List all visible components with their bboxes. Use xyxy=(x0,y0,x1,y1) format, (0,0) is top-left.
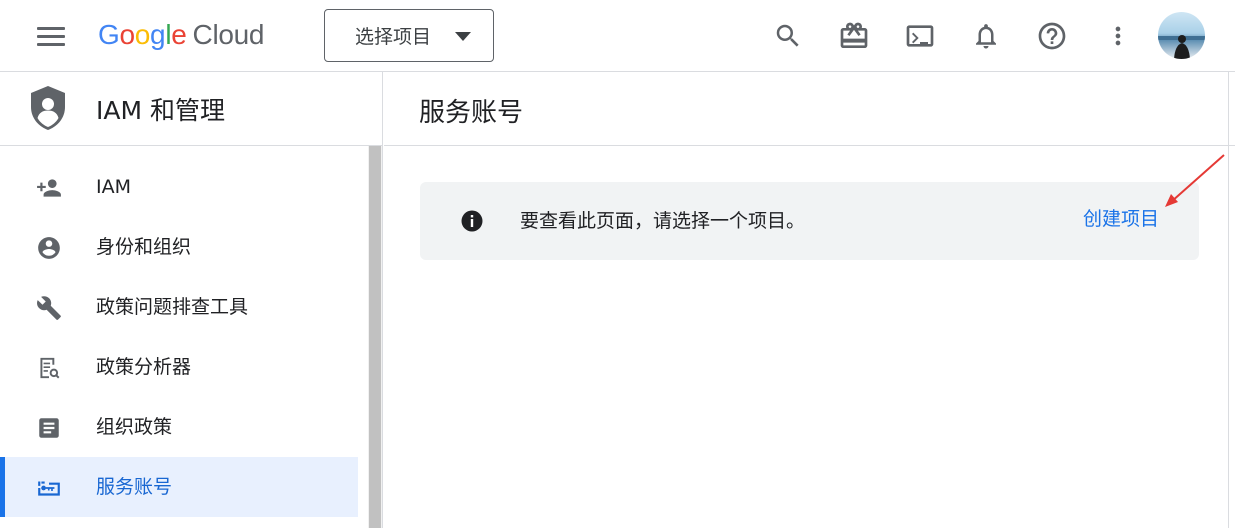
sidebar-item-label: 服务账号 xyxy=(96,476,173,498)
right-panel-edge xyxy=(1228,72,1235,528)
dropdown-arrow-icon xyxy=(455,32,471,41)
sidebar-item-org-policies[interactable]: 组织政策 xyxy=(0,397,358,457)
more-vert-icon xyxy=(1115,26,1121,46)
sidebar-item-iam[interactable]: IAM xyxy=(0,157,358,217)
search-button[interactable] xyxy=(766,14,810,58)
info-icon xyxy=(461,210,483,232)
article-icon xyxy=(36,415,62,441)
sidebar-item-policy-analyzer[interactable]: 政策分析器 xyxy=(0,337,358,397)
person-add-icon xyxy=(36,175,62,201)
sidebar-item-service-accounts[interactable]: 服务账号 xyxy=(0,457,358,517)
sidebar-item-label: 政策分析器 xyxy=(96,356,192,378)
google-cloud-logo[interactable]: Google Cloud xyxy=(98,18,265,52)
terminal-icon xyxy=(906,25,934,47)
page-header: 服务账号 xyxy=(384,72,1235,146)
sidebar-title: IAM 和管理 xyxy=(96,96,225,125)
select-project-notice: 要查看此页面，请选择一个项目。 创建项目 xyxy=(420,182,1199,260)
account-circle-icon xyxy=(36,235,62,261)
sidebar-nav: IAM 身份和组织 政策问题排查工具 政策分析器 组织政策 服务账号 xyxy=(0,146,383,528)
sidebar-scrollbar[interactable] xyxy=(368,146,382,528)
project-picker-button[interactable]: 选择项目 xyxy=(324,9,494,62)
sidebar-item-policy-troubleshooter[interactable]: 政策问题排查工具 xyxy=(0,277,358,337)
sidebar-item-label: 组织政策 xyxy=(96,416,173,438)
notice-message: 要查看此页面，请选择一个项目。 xyxy=(520,210,806,232)
notifications-button[interactable] xyxy=(964,14,1008,58)
avatar-photo xyxy=(1158,35,1205,59)
annotation-arrow xyxy=(1165,154,1225,207)
create-project-link[interactable]: 创建项目 xyxy=(1083,207,1159,231)
main-menu-button[interactable] xyxy=(26,16,76,56)
top-bar: Google Cloud 选择项目 xyxy=(0,0,1235,72)
sidebar-item-label: 身份和组织 xyxy=(96,236,192,258)
sidebar-item-label: 政策问题排查工具 xyxy=(96,296,249,318)
page-title: 服务账号 xyxy=(419,98,524,128)
service-account-icon xyxy=(36,475,62,501)
help-button[interactable] xyxy=(1030,14,1074,58)
project-picker-label: 选择项目 xyxy=(355,26,432,48)
sidebar-header: IAM 和管理 xyxy=(0,72,383,146)
sidebar-scrollbar-thumb[interactable] xyxy=(369,146,381,528)
help-icon xyxy=(1038,22,1066,50)
sidebar-item-label: IAM xyxy=(96,176,131,198)
wrench-icon xyxy=(36,295,62,321)
sidebar-item-identity-org[interactable]: 身份和组织 xyxy=(0,217,358,277)
more-options-button[interactable] xyxy=(1096,14,1140,58)
account-avatar[interactable] xyxy=(1158,12,1205,59)
policy-analyzer-icon xyxy=(36,355,62,381)
cloud-shell-button[interactable] xyxy=(898,14,942,58)
search-icon xyxy=(776,24,799,47)
gift-button[interactable] xyxy=(832,14,876,58)
hamburger-icon xyxy=(37,26,65,30)
gift-icon xyxy=(840,22,868,48)
bell-icon xyxy=(976,24,996,49)
shield-person-icon xyxy=(31,86,65,130)
